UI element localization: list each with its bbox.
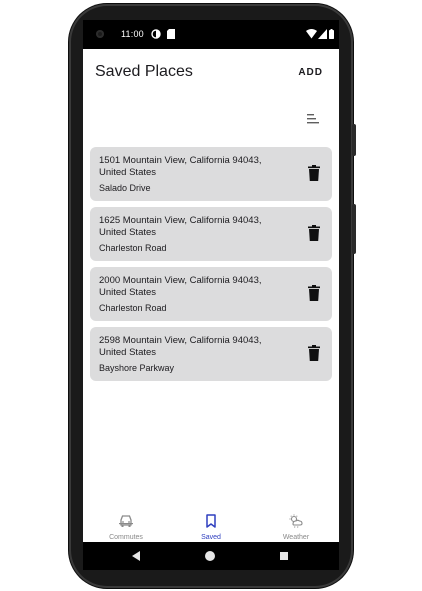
- delete-icon[interactable]: [308, 225, 320, 241]
- status-time: 11:00: [121, 29, 144, 39]
- bottom-nav: Commutes Saved Weather: [83, 506, 339, 542]
- weather-icon: [289, 514, 303, 528]
- nav-label: Commutes: [109, 534, 143, 541]
- bookmark-icon: [206, 514, 216, 528]
- place-address: 1625 Mountain View, California 94043, Un…: [99, 215, 289, 239]
- signal-icon: [318, 29, 327, 39]
- place-address-line2: United States: [99, 287, 157, 298]
- back-icon[interactable]: [132, 551, 141, 561]
- system-nav-bar: [83, 542, 339, 570]
- place-address-line1: 1625 Mountain View, California 94043,: [99, 215, 262, 226]
- sort-icon[interactable]: [305, 112, 321, 126]
- place-address-line1: 1501 Mountain View, California 94043,: [99, 155, 262, 166]
- volume-button: [352, 124, 356, 156]
- car-icon: [119, 515, 133, 527]
- nav-item-commutes[interactable]: Commutes: [96, 514, 156, 541]
- place-street: Bayshore Parkway: [99, 363, 175, 373]
- place-card[interactable]: 1625 Mountain View, California 94043, Un…: [90, 207, 332, 261]
- delete-icon[interactable]: [308, 165, 320, 181]
- page-title: Saved Places: [95, 63, 193, 80]
- sim-card-icon: [167, 29, 175, 39]
- app-bar: Saved Places ADD: [83, 49, 339, 105]
- nav-item-weather[interactable]: Weather: [266, 514, 326, 541]
- nav-item-saved[interactable]: Saved: [181, 514, 241, 541]
- place-address-line1: 2000 Mountain View, California 94043,: [99, 275, 262, 286]
- place-address: 2000 Mountain View, California 94043, Un…: [99, 275, 289, 299]
- power-button: [352, 204, 356, 254]
- nav-label: Weather: [282, 534, 310, 541]
- place-card[interactable]: 2000 Mountain View, California 94043, Un…: [90, 267, 332, 321]
- place-street: Charleston Road: [99, 243, 167, 253]
- place-address-line2: United States: [99, 227, 157, 238]
- saved-places-list: 1501 Mountain View, California 94043, Un…: [90, 147, 332, 387]
- app-screen: 11:00 Saved Places ADD 1501 Mountain Vie…: [83, 20, 339, 570]
- home-icon[interactable]: [205, 551, 215, 561]
- place-address-line2: United States: [99, 347, 157, 358]
- place-address-line1: 2598 Mountain View, California 94043,: [99, 335, 262, 346]
- delete-icon[interactable]: [308, 285, 320, 301]
- recents-icon[interactable]: [280, 552, 288, 560]
- place-address: 2598 Mountain View, California 94043, Un…: [99, 335, 289, 359]
- battery-icon: [329, 29, 334, 39]
- place-street: Charleston Road: [99, 303, 167, 313]
- delete-icon[interactable]: [308, 345, 320, 361]
- nav-label: Saved: [201, 534, 221, 541]
- place-card[interactable]: 2598 Mountain View, California 94043, Un…: [90, 327, 332, 381]
- place-address-line2: United States: [99, 167, 157, 178]
- theme-icon: [151, 29, 161, 39]
- status-bar: 11:00: [83, 20, 339, 49]
- place-address: 1501 Mountain View, California 94043, Un…: [99, 155, 289, 179]
- place-card[interactable]: 1501 Mountain View, California 94043, Un…: [90, 147, 332, 201]
- place-street: Salado Drive: [99, 183, 151, 193]
- camera-dot-icon: [96, 30, 104, 38]
- wifi-icon: [306, 29, 317, 39]
- add-button[interactable]: ADD: [298, 67, 323, 78]
